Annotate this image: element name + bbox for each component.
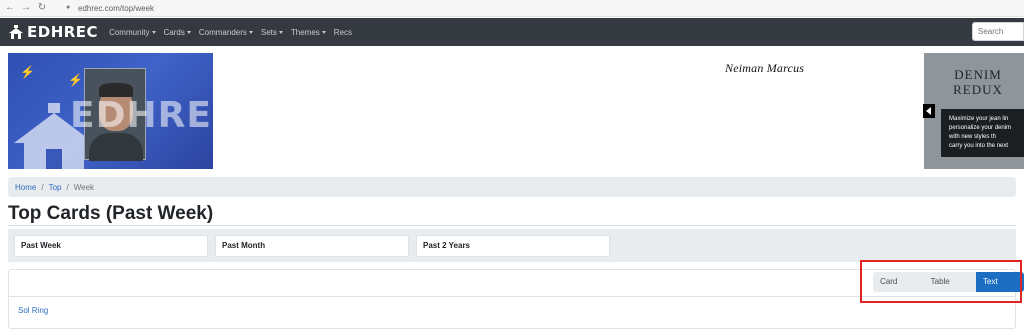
edhrec-banner-image[interactable]: ⚡ ⚡ EDHREC <box>8 53 213 169</box>
denim-ad-title-line-2: REDUX <box>953 82 1003 97</box>
breadcrumb-top[interactable]: Top <box>49 183 62 192</box>
neiman-marcus-logo: Neiman Marcus <box>725 61 805 75</box>
search-input[interactable]: Search <box>972 22 1024 41</box>
breadcrumb: Home / Top / Week <box>8 177 1016 197</box>
denim-ad-copy: Maximize your jean lin personalize your … <box>941 109 1024 157</box>
forward-icon[interactable]: → <box>20 2 32 14</box>
banner-logo-text: EDHREC <box>70 95 213 136</box>
range-past-2-years[interactable]: Past 2 Years <box>416 235 610 257</box>
denim-ad[interactable]: DENIM REDUX Maximize your jean lin perso… <box>924 53 1024 169</box>
denim-ad-copy-line: with new styles th <box>949 134 997 140</box>
neiman-marcus-ad[interactable]: Neiman Marcus <box>717 53 923 169</box>
edhrec-logo-icon <box>9 25 23 39</box>
range-past-month[interactable]: Past Month <box>215 235 409 257</box>
menu-sets[interactable]: Sets <box>261 28 283 37</box>
menu-themes-label: Themes <box>290 27 320 37</box>
menu-sets-label: Sets <box>260 27 277 37</box>
range-past-week[interactable]: Past Week <box>14 235 208 257</box>
browser-toolbar: ← → ↻ ● edhrec.com/top/week <box>0 0 1024 17</box>
chevron-down-icon <box>186 30 191 34</box>
brand-name: EDHREC <box>27 23 99 41</box>
menu-recs[interactable]: Recs <box>334 28 352 37</box>
breadcrumb-separator: / <box>66 182 69 192</box>
lightning-icon: ⚡ <box>68 73 83 87</box>
main-menu: Community Cards Commanders Sets Themes R… <box>109 28 360 37</box>
menu-themes[interactable]: Themes <box>291 28 326 37</box>
menu-cards-label: Cards <box>163 27 185 37</box>
breadcrumb-current: Week <box>73 182 95 192</box>
menu-community[interactable]: Community <box>109 27 156 37</box>
menu-community-label: Community <box>109 27 150 37</box>
denim-ad-copy-line: Maximize your jean lin <box>949 116 1009 122</box>
carousel-prev-icon[interactable] <box>923 104 935 118</box>
menu-commanders[interactable]: Commanders <box>199 28 253 37</box>
chevron-down-icon <box>151 30 156 34</box>
annotation-highlight-box <box>860 260 1022 303</box>
title-divider <box>8 225 1016 226</box>
site-navbar: EDHREC Community Cards Commanders Sets T… <box>0 18 1024 46</box>
brand-logo[interactable]: EDHREC <box>8 23 98 41</box>
reload-icon[interactable]: ↻ <box>36 2 48 14</box>
menu-recs-label: Recs <box>333 27 353 37</box>
address-bar[interactable]: edhrec.com/top/week <box>78 4 154 13</box>
denim-ad-title-line-1: DENIM <box>954 67 1002 82</box>
chevron-down-icon <box>278 30 283 34</box>
time-range-selector: Past Week Past Month Past 2 Years <box>8 229 1016 262</box>
portrait-shirt <box>89 133 143 161</box>
back-icon[interactable]: ← <box>4 2 16 14</box>
breadcrumb-separator: / <box>41 182 44 192</box>
denim-ad-title: DENIM REDUX <box>928 67 1024 97</box>
menu-cards[interactable]: Cards <box>164 28 191 37</box>
breadcrumb-home[interactable]: Home <box>15 183 36 192</box>
denim-ad-copy-line: carry you into the next <box>949 143 1009 149</box>
chevron-down-icon <box>248 30 253 34</box>
chevron-down-icon <box>321 30 326 34</box>
menu-commanders-label: Commanders <box>198 27 247 37</box>
page-title: Top Cards (Past Week) <box>8 203 214 224</box>
lock-icon: ● <box>66 4 71 11</box>
lightning-icon: ⚡ <box>20 65 35 79</box>
denim-ad-copy-line: personalize your denim <box>949 125 1012 131</box>
